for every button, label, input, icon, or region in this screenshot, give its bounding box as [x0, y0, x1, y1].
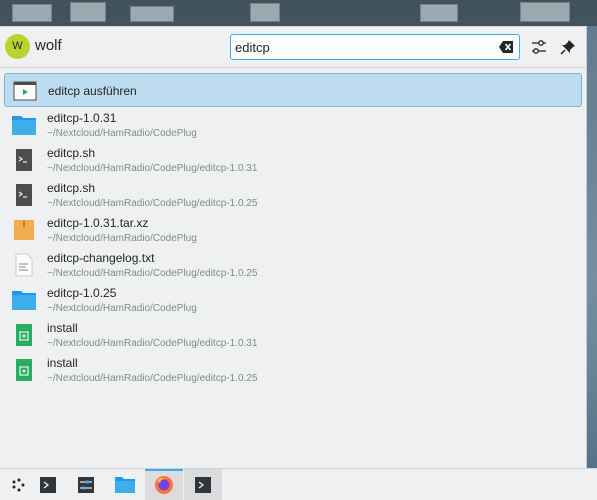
result-item[interactable]: editcp.sh ~/Nextcloud/HamRadio/CodePlug/… — [4, 143, 582, 177]
result-item[interactable]: editcp.sh ~/Nextcloud/HamRadio/CodePlug/… — [4, 178, 582, 212]
result-title: editcp-changelog.txt — [47, 251, 155, 265]
result-path: ~/Nextcloud/HamRadio/CodePlug/editcp-1.0… — [47, 163, 258, 174]
pin-icon — [560, 40, 575, 55]
panel-header: W wolf — [0, 27, 587, 67]
result-title: install — [47, 356, 78, 370]
run-command-icon — [13, 81, 37, 101]
file-manager-icon — [115, 477, 135, 493]
result-path: ~/Nextcloud/HamRadio/CodePlug/editcp-1.0… — [47, 338, 258, 349]
executable-icon — [16, 324, 32, 346]
firefox-icon — [155, 476, 173, 494]
result-item[interactable]: install ~/Nextcloud/HamRadio/CodePlug/ed… — [4, 353, 582, 387]
result-title: editcp.sh — [47, 181, 96, 195]
shell-script-icon — [16, 149, 32, 171]
result-run-command[interactable]: editcp ausführen — [4, 73, 582, 107]
clear-text-icon[interactable] — [499, 40, 514, 54]
result-title: editcp-1.0.31 — [47, 111, 117, 125]
search-input[interactable] — [235, 38, 490, 56]
result-item[interactable]: editcp-1.0.31 ~/Nextcloud/HamRadio/CodeP… — [4, 108, 582, 142]
executable-icon — [16, 359, 32, 381]
pin-button[interactable] — [557, 36, 579, 58]
folder-icon — [12, 116, 36, 135]
task-system-settings[interactable] — [67, 469, 105, 500]
result-item[interactable]: install ~/Nextcloud/HamRadio/CodePlug/ed… — [4, 318, 582, 352]
text-file-icon — [15, 253, 33, 277]
avatar[interactable]: W — [5, 34, 30, 59]
result-path: ~/Nextcloud/HamRadio/CodePlug — [47, 128, 197, 139]
result-title: editcp.sh — [47, 146, 96, 160]
result-title: editcp-1.0.25 — [47, 286, 117, 300]
settings-sliders-icon — [532, 40, 546, 54]
result-item[interactable]: editcp-1.0.25 ~/Nextcloud/HamRadio/CodeP… — [4, 283, 582, 317]
krunner-panel: W wolf editcp editcp ausführen editcp-1.… — [0, 26, 587, 468]
taskbar — [0, 468, 597, 500]
task-firefox[interactable] — [145, 469, 183, 500]
result-path: ~/Nextcloud/HamRadio/CodePlug — [47, 303, 197, 314]
result-title: editcp ausführen — [48, 84, 137, 98]
result-path: ~/Nextcloud/HamRadio/CodePlug — [47, 233, 197, 244]
system-settings-icon — [78, 477, 94, 493]
header-divider — [0, 67, 587, 68]
terminal-icon — [40, 477, 56, 493]
terminal-icon — [195, 477, 211, 493]
search-box[interactable] — [230, 34, 520, 60]
archive-icon — [14, 220, 34, 240]
app-launcher-icon — [12, 478, 25, 492]
result-title: install — [47, 321, 78, 335]
username: wolf — [35, 37, 62, 54]
result-path: ~/Nextcloud/HamRadio/CodePlug/editcp-1.0… — [47, 268, 258, 279]
folder-icon — [12, 291, 36, 310]
active-task-indicator — [145, 469, 183, 471]
configure-button[interactable] — [528, 36, 550, 58]
result-path: ~/Nextcloud/HamRadio/CodePlug/editcp-1.0… — [47, 198, 258, 209]
task-terminal[interactable] — [184, 469, 222, 500]
result-path: ~/Nextcloud/HamRadio/CodePlug/editcp-1.0… — [47, 373, 258, 384]
task-file-manager[interactable] — [106, 469, 144, 500]
result-item[interactable]: editcp-changelog.txt ~/Nextcloud/HamRadi… — [4, 248, 582, 282]
result-item[interactable]: editcp-1.0.31.tar.xz ~/Nextcloud/HamRadi… — [4, 213, 582, 247]
result-title: editcp-1.0.31.tar.xz — [47, 216, 149, 230]
shell-script-icon — [16, 184, 32, 206]
task-terminal[interactable] — [29, 469, 67, 500]
